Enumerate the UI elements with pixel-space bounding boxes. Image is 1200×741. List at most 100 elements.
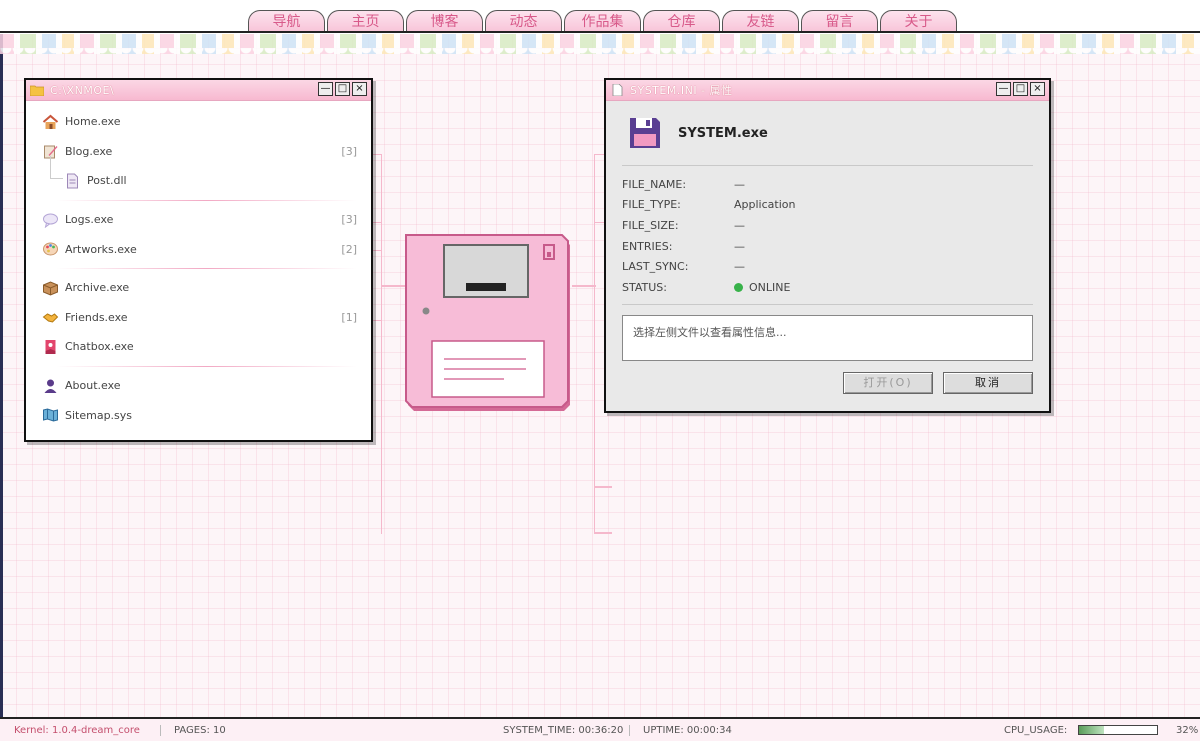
- list-divider: [56, 365, 357, 367]
- file-item-home[interactable]: Home.exe: [26, 107, 371, 137]
- explorer-title: C:\XNMOE\: [50, 83, 115, 97]
- page-count: PAGES: 10: [174, 725, 226, 736]
- file-item-sitemap[interactable]: Sitemap.sys: [26, 400, 371, 430]
- property-value: —: [734, 260, 745, 274]
- nav-tab-repository[interactable]: 仓库: [643, 10, 720, 32]
- nav-baseline: [0, 31, 1200, 33]
- close-button[interactable]: ×: [352, 82, 367, 96]
- tree-connector: [50, 156, 63, 180]
- properties-rows: FILE_NAME: — FILE_TYPE: Application FILE…: [622, 166, 1033, 305]
- speech-bubble-icon: [43, 213, 58, 228]
- nav-tab-about[interactable]: 关于: [880, 10, 957, 32]
- property-row-entries: ENTRIES: —: [622, 236, 1033, 257]
- minimize-button[interactable]: —: [318, 82, 333, 96]
- properties-title: SYSTEM.INI - 属性: [630, 84, 733, 97]
- nav-tab-friends[interactable]: 友链: [722, 10, 799, 32]
- cancel-button[interactable]: 取消: [943, 371, 1033, 394]
- maximize-button[interactable]: □: [335, 82, 350, 96]
- property-row-file-size: FILE_SIZE: —: [622, 215, 1033, 236]
- file-label: Artworks.exe: [65, 242, 137, 256]
- status-divider: [160, 725, 161, 736]
- properties-body: SYSTEM.exe FILE_NAME: — FILE_TYPE: Appli…: [606, 101, 1049, 394]
- list-divider: [56, 199, 357, 201]
- status-dot-icon: [734, 282, 743, 292]
- explorer-titlebar[interactable]: C:\XNMOE\ — □ ×: [26, 80, 371, 101]
- connector-line: [572, 285, 596, 287]
- top-navigation: 导航 主页 博客 动态 作品集 仓库 友链 留言 关于: [0, 0, 1200, 34]
- cpu-usage-fill: [1079, 726, 1104, 734]
- document-icon: [67, 173, 78, 189]
- file-item-blog[interactable]: Blog.exe [3]: [26, 137, 371, 167]
- connector-line: [594, 154, 595, 534]
- file-label: Chatbox.exe: [65, 340, 134, 354]
- file-count: [2]: [341, 242, 357, 256]
- file-count: [3]: [341, 213, 357, 227]
- property-value: Application: [734, 198, 796, 212]
- property-value: —: [734, 177, 745, 191]
- status-text: ONLINE: [749, 280, 791, 294]
- file-label: Home.exe: [65, 115, 121, 129]
- nav-tab-moments[interactable]: 动态: [485, 10, 562, 32]
- house-icon: [42, 114, 59, 129]
- open-button[interactable]: 打开(O): [843, 371, 933, 394]
- map-icon: [43, 408, 58, 422]
- property-row-file-type: FILE_TYPE: Application: [622, 195, 1033, 216]
- status-value: ONLINE: [734, 281, 790, 294]
- folder-icon: [30, 85, 44, 96]
- explorer-file-list: Home.exe Blog.exe [3] Post.dll Logs.exe …: [26, 101, 371, 430]
- nav-tab-blog[interactable]: 博客: [406, 10, 483, 32]
- file-label: Logs.exe: [65, 213, 114, 227]
- file-item-about[interactable]: About.exe: [26, 371, 371, 401]
- property-key: FILE_SIZE:: [622, 218, 679, 232]
- nav-tab-home[interactable]: 主页: [327, 10, 404, 32]
- file-item-logs[interactable]: Logs.exe [3]: [26, 205, 371, 235]
- file-item-archive[interactable]: Archive.exe: [26, 273, 371, 303]
- maximize-button[interactable]: □: [1013, 82, 1028, 96]
- handshake-icon: [42, 313, 59, 323]
- nav-tab-guestbook[interactable]: 留言: [801, 10, 878, 32]
- property-key: FILE_TYPE:: [622, 198, 681, 212]
- nav-tab-portfolio[interactable]: 作品集: [564, 10, 641, 32]
- close-button[interactable]: ×: [1030, 82, 1045, 96]
- list-divider: [56, 267, 357, 269]
- floppy-disk-icon: [630, 118, 660, 148]
- properties-header: SYSTEM.exe: [622, 101, 1033, 166]
- decorative-ribbon: [0, 34, 1200, 54]
- minimize-button[interactable]: —: [996, 82, 1011, 96]
- file-item-post[interactable]: Post.dll: [26, 156, 371, 196]
- cpu-usage-bar: [1078, 725, 1158, 735]
- status-divider: [629, 725, 630, 736]
- explorer-window-controls: — □ ×: [318, 82, 367, 96]
- file-label: Archive.exe: [65, 281, 130, 295]
- file-label: Sitemap.sys: [65, 408, 133, 422]
- file-item-chatbox[interactable]: Chatbox.exe: [26, 332, 371, 362]
- palette-icon: [43, 242, 58, 256]
- file-label: Blog.exe: [65, 144, 113, 158]
- property-value: —: [734, 218, 745, 232]
- property-row-status: STATUS: ONLINE: [622, 277, 1033, 298]
- person-icon: [44, 379, 57, 393]
- kernel-version: Kernel: 1.0.4-dream_core: [14, 725, 140, 736]
- properties-window-controls: — □ ×: [996, 82, 1045, 96]
- dialog-buttons: 打开(O) 取消: [622, 371, 1033, 394]
- connector-line: [382, 285, 406, 287]
- nav-tab-guide[interactable]: 导航: [248, 10, 325, 32]
- cpu-usage-value: 32%: [1176, 725, 1199, 736]
- property-key: FILE_NAME:: [622, 177, 687, 191]
- properties-titlebar[interactable]: SYSTEM.INI - 属性 — □ ×: [606, 80, 1049, 101]
- property-value: —: [734, 239, 745, 253]
- file-item-friends[interactable]: Friends.exe [1]: [26, 303, 371, 333]
- file-count: [1]: [341, 310, 357, 324]
- property-key: STATUS:: [622, 280, 667, 294]
- connector-line: [594, 532, 612, 534]
- document-icon: [612, 84, 623, 96]
- floppy-disk-illustration: [405, 234, 570, 411]
- connector-line: [381, 154, 382, 534]
- property-row-file-name: FILE_NAME: —: [622, 174, 1033, 195]
- chat-flag-icon: [45, 339, 56, 354]
- properties-window: SYSTEM.INI - 属性 — □ × SYSTEM.exe FILE_NA…: [604, 78, 1051, 413]
- file-item-artworks[interactable]: Artworks.exe [2]: [26, 234, 371, 264]
- cpu-usage-label: CPU_USAGE:: [1004, 725, 1068, 736]
- connector-line: [594, 486, 612, 488]
- nav-tabs: 导航 主页 博客 动态 作品集 仓库 友链 留言 关于: [248, 10, 957, 32]
